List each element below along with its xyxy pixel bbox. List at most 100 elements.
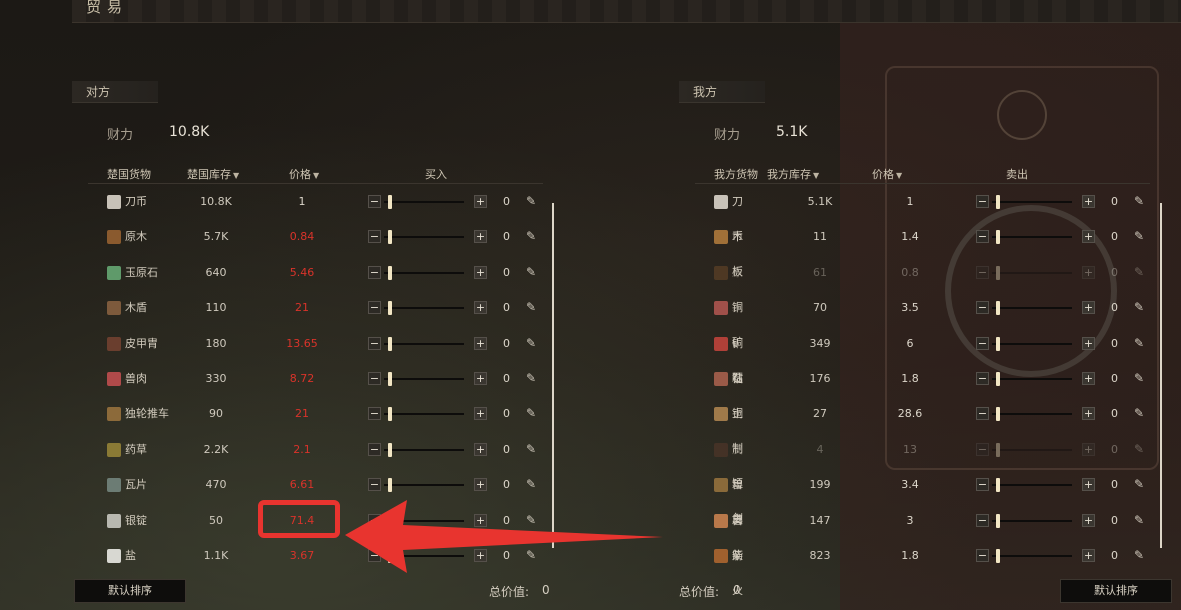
quantity-slider[interactable]: [992, 555, 1072, 557]
quantity-slider[interactable]: [992, 519, 1072, 522]
edit-quantity-icon[interactable]: ✎: [1134, 513, 1144, 527]
slider-handle[interactable]: [996, 265, 1000, 280]
edit-quantity-icon[interactable]: ✎: [1134, 548, 1144, 562]
item-stock: 823: [809, 549, 831, 562]
quantity-slider[interactable]: [992, 201, 1072, 203]
decrease-button[interactable]: −: [976, 372, 989, 385]
slider-handle[interactable]: [996, 549, 1000, 563]
increase-button[interactable]: +: [1082, 549, 1095, 562]
edit-quantity-icon[interactable]: ✎: [1134, 229, 1144, 243]
edit-quantity-icon[interactable]: ✎: [526, 406, 536, 420]
quantity-value: 0: [503, 265, 510, 279]
edit-quantity-icon[interactable]: ✎: [526, 336, 536, 350]
right-default-sort-button[interactable]: 默认排序: [1060, 579, 1172, 603]
sort-caret-icon: ▼: [313, 171, 320, 180]
edit-quantity-icon[interactable]: ✎: [1134, 442, 1144, 456]
edit-quantity-icon[interactable]: ✎: [1134, 300, 1144, 314]
pointer-arrow-icon: [345, 500, 663, 573]
counterparty-tab: 对方: [72, 81, 158, 103]
window-title: 贸易: [86, 0, 129, 16]
slider-handle[interactable]: [996, 513, 1000, 528]
edit-quantity-icon[interactable]: ✎: [1134, 477, 1144, 491]
increase-button[interactable]: +: [1082, 513, 1095, 527]
item-price: 1.8: [901, 549, 919, 562]
quantity-value: 0: [1111, 513, 1118, 527]
edit-quantity-icon[interactable]: ✎: [526, 371, 536, 385]
decrease-button[interactable]: −: [976, 407, 989, 421]
increase-button[interactable]: +: [1082, 478, 1095, 492]
item-name: 刀币: [732, 195, 743, 243]
clay-icon: [714, 372, 728, 386]
item-price: 28.6: [897, 407, 923, 421]
edit-quantity-icon[interactable]: ✎: [526, 300, 536, 314]
edit-quantity-icon[interactable]: ✎: [1134, 265, 1144, 279]
decrease-button[interactable]: −: [976, 336, 989, 350]
increase-button[interactable]: +: [1082, 301, 1095, 315]
decrease-button[interactable]: −: [976, 478, 989, 492]
edit-quantity-icon[interactable]: ✎: [526, 229, 536, 243]
edit-quantity-icon[interactable]: ✎: [1134, 371, 1144, 385]
increase-button[interactable]: +: [1082, 230, 1095, 244]
item-name: 铜制短剑: [732, 407, 743, 526]
quantity-slider[interactable]: [992, 307, 1072, 310]
slider-handle[interactable]: [996, 442, 1000, 457]
edit-quantity-icon[interactable]: ✎: [526, 442, 536, 456]
quantity-slider[interactable]: [992, 271, 1072, 274]
slider-handle[interactable]: [996, 407, 1000, 422]
quantity-value: 0: [1111, 478, 1118, 492]
slider-handle[interactable]: [996, 195, 1000, 209]
sort-caret-icon: ▼: [813, 171, 820, 180]
edit-quantity-icon[interactable]: ✎: [526, 194, 536, 208]
quantity-value: 0: [503, 301, 510, 315]
quantity-value: 0: [1111, 301, 1118, 315]
log-icon: [714, 265, 728, 280]
header-price-sort[interactable]: 价格 ▼: [289, 166, 319, 182]
sinew-icon: [714, 513, 728, 528]
copper-ore-icon: [714, 301, 728, 316]
self-tab: 我方: [679, 81, 765, 103]
item-price: 0.8: [901, 265, 919, 279]
title-bar: [72, 0, 1181, 23]
decrease-button[interactable]: −: [976, 442, 989, 456]
quantity-slider[interactable]: [992, 448, 1072, 451]
increase-button[interactable]: +: [1082, 407, 1095, 421]
slider-handle[interactable]: [996, 301, 1000, 316]
quantity-value: 0: [503, 372, 510, 385]
increase-button[interactable]: +: [1082, 195, 1095, 208]
left-default-sort-button[interactable]: 默认排序: [74, 579, 186, 603]
increase-button[interactable]: +: [1082, 372, 1095, 385]
header-price-sort[interactable]: 价格 ▼: [872, 166, 902, 182]
edit-quantity-icon[interactable]: ✎: [1134, 336, 1144, 350]
decrease-button[interactable]: −: [976, 230, 989, 244]
header-buy: 买入: [425, 168, 447, 181]
sort-caret-icon: ▼: [896, 171, 903, 180]
header-stock-sort[interactable]: 楚国库存 ▼: [187, 166, 239, 182]
increase-button[interactable]: +: [1082, 265, 1095, 279]
slider-handle[interactable]: [996, 336, 1000, 351]
decrease-button[interactable]: −: [976, 265, 989, 279]
decrease-button[interactable]: −: [976, 549, 989, 562]
copper-ingot-icon: [714, 336, 728, 351]
header-stock-sort[interactable]: 我方库存 ▼: [767, 166, 819, 182]
increase-button[interactable]: +: [1082, 336, 1095, 350]
sell-list-scrollbar[interactable]: [1160, 203, 1162, 548]
increase-button[interactable]: +: [1082, 442, 1095, 456]
item-price: 13: [903, 442, 917, 456]
decrease-button[interactable]: −: [976, 195, 989, 208]
decrease-button[interactable]: −: [976, 301, 989, 315]
sell-scroll-thumb[interactable]: [1160, 203, 1162, 548]
edit-quantity-icon[interactable]: ✎: [1134, 194, 1144, 208]
item-name: 原木: [732, 265, 743, 314]
quantity-slider[interactable]: [992, 378, 1072, 380]
slider-handle[interactable]: [996, 230, 1000, 245]
edit-quantity-icon[interactable]: ✎: [526, 265, 536, 279]
quantity-slider[interactable]: [992, 484, 1072, 487]
quantity-slider[interactable]: [992, 342, 1072, 345]
decrease-button[interactable]: −: [976, 513, 989, 527]
edit-quantity-icon[interactable]: ✎: [526, 477, 536, 491]
edit-quantity-icon[interactable]: ✎: [1134, 406, 1144, 420]
slider-handle[interactable]: [996, 372, 1000, 386]
quantity-slider[interactable]: [992, 236, 1072, 239]
slider-handle[interactable]: [996, 478, 1000, 493]
quantity-slider[interactable]: [992, 413, 1072, 416]
